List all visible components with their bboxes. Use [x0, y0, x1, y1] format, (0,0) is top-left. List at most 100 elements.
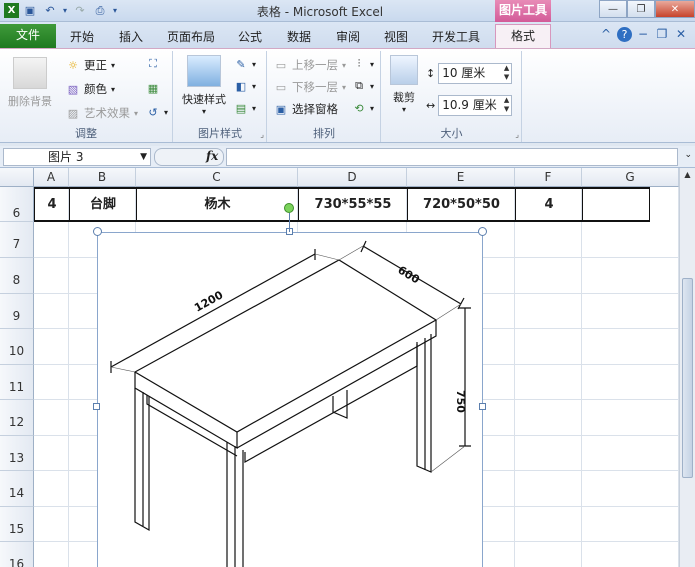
width-icon: ↔	[426, 99, 436, 112]
tab-insert[interactable]: 插入	[119, 28, 143, 45]
artistic-effects-button[interactable]: ▨ 艺术效果 ▾	[66, 105, 138, 121]
formula-input[interactable]	[226, 148, 678, 166]
insert-function-icon[interactable]: fx	[206, 149, 218, 163]
ribbon-tabs: 文件 开始 插入 页面布局 公式 数据 审阅 视图 开发工具 格式 ^ ? − …	[0, 22, 695, 50]
height-input[interactable]: 10 厘米 ▲ ▼	[438, 63, 513, 84]
bring-forward-label: 上移一层	[292, 58, 338, 72]
tab-review[interactable]: 审阅	[336, 28, 360, 45]
row-header-6[interactable]: 6	[0, 187, 34, 222]
size-launcher-icon[interactable]: ⌟	[515, 130, 519, 139]
expand-formula-bar-icon[interactable]: ⌄	[684, 150, 692, 160]
send-backward-icon: ▭	[275, 80, 287, 94]
scrollbar-thumb[interactable]	[682, 278, 693, 478]
send-backward-button[interactable]: ▭ 下移一层 ▾	[274, 79, 346, 95]
height-spinner[interactable]: ↕ 10 厘米 ▲ ▼	[426, 63, 513, 84]
row-header-15[interactable]: 15	[0, 507, 34, 542]
cell-e6[interactable]: 720*50*50	[407, 187, 515, 222]
height-value: 10 厘米	[442, 66, 486, 80]
row-header-14[interactable]: 14	[0, 471, 34, 507]
column-header-d[interactable]: D	[298, 168, 407, 187]
width-arrows-icon[interactable]: ▲ ▼	[504, 96, 509, 114]
width-input[interactable]: 10.9 厘米 ▲ ▼	[438, 95, 513, 116]
workbook-close-icon[interactable]: ✕	[673, 27, 689, 42]
picture-styles-group: 快速样式 ▾ ✎ ▾ ◧ ▾ ▤ ▾ 图片样式 ⌟	[174, 51, 267, 142]
title-bar: X ▣ ↶ ▾ ↷ ⎙ ▾ 表格 - Microsoft Excel 图片工具 …	[0, 0, 695, 22]
tab-format[interactable]: 格式	[495, 24, 551, 50]
change-picture-button[interactable]: ▦	[146, 81, 160, 95]
help-icon[interactable]: ?	[617, 27, 632, 42]
tab-home[interactable]: 开始	[70, 28, 94, 45]
picture-layout-button[interactable]: ▤ ▾	[234, 101, 256, 115]
row-header-8[interactable]: 8	[0, 258, 34, 294]
cell-a6[interactable]: 4	[34, 187, 69, 222]
align-button[interactable]: ⫶ ▾	[352, 57, 374, 71]
crop-icon	[390, 55, 418, 85]
size-group-label: 大小	[440, 127, 463, 140]
tab-file[interactable]: 文件	[0, 24, 56, 48]
tab-view[interactable]: 视图	[384, 28, 408, 45]
picture-border-button[interactable]: ✎ ▾	[234, 57, 256, 71]
restore-icon[interactable]: ❐	[627, 0, 655, 18]
remove-background-button[interactable]: 删除背景	[4, 57, 56, 109]
vertical-scrollbar[interactable]: ▲	[679, 168, 695, 567]
quick-styles-icon	[187, 55, 221, 87]
color-button[interactable]: ▧ 颜色 ▾	[66, 81, 115, 97]
row-header-9[interactable]: 9	[0, 294, 34, 329]
cell-c6[interactable]: 杨木	[136, 187, 298, 222]
column-header-a[interactable]: A	[34, 168, 69, 187]
align-icon: ⫶	[357, 57, 361, 70]
tab-formulas[interactable]: 公式	[238, 28, 262, 45]
remove-background-label: 删除背景	[8, 95, 52, 108]
cell-b6[interactable]: 台脚	[69, 187, 136, 222]
column-header-g[interactable]: G	[582, 168, 679, 187]
column-header-e[interactable]: E	[407, 168, 515, 187]
compress-pictures-button[interactable]: ⛶	[146, 57, 160, 71]
column-header-b[interactable]: B	[69, 168, 136, 187]
row-header-13[interactable]: 13	[0, 436, 34, 471]
cell-g6[interactable]	[582, 187, 650, 222]
scroll-up-icon[interactable]: ▲	[680, 170, 695, 179]
picture-effects-button[interactable]: ◧ ▾	[234, 79, 256, 93]
picture-styles-launcher-icon[interactable]: ⌟	[260, 130, 264, 139]
row-header-7[interactable]: 7	[0, 222, 34, 258]
tab-data[interactable]: 数据	[287, 28, 311, 45]
column-header-f[interactable]: F	[515, 168, 582, 187]
collapse-ribbon-icon[interactable]: ^	[598, 27, 614, 42]
rotate-handle-icon[interactable]	[284, 203, 294, 213]
select-all-corner[interactable]	[0, 168, 34, 187]
name-box-dropdown-icon[interactable]: ▼	[140, 149, 147, 165]
row-header-11[interactable]: 11	[0, 365, 34, 400]
cell-d6[interactable]: 730*55*55	[298, 187, 407, 222]
group-button[interactable]: ⧉ ▾	[352, 79, 374, 93]
resize-handle-top-right[interactable]	[478, 227, 487, 236]
workbook-minimize-icon[interactable]: −	[635, 27, 651, 42]
height-arrows-icon[interactable]: ▲ ▼	[504, 64, 509, 82]
row-header-16[interactable]: 16	[0, 542, 34, 567]
reset-picture-button[interactable]: ↺ ▾	[146, 105, 168, 119]
cell-f6[interactable]: 4	[515, 187, 582, 222]
rotate-button[interactable]: ⟲ ▾	[352, 101, 374, 115]
row-header-12[interactable]: 12	[0, 400, 34, 436]
selection-pane-button[interactable]: ▣ 选择窗格	[274, 101, 338, 117]
worksheet-grid[interactable]: A B C D E F G 6 7 8 9 10 11 12 13 14 15 …	[0, 168, 695, 567]
row-header-10[interactable]: 10	[0, 329, 34, 365]
tab-page-layout[interactable]: 页面布局	[167, 28, 215, 45]
quick-styles-button[interactable]: 快速样式 ▾	[178, 55, 230, 116]
color-icon: ▧	[67, 82, 79, 96]
crop-button[interactable]: 裁剪 ▾	[386, 55, 422, 114]
artistic-effects-icon: ▨	[67, 106, 79, 120]
arrange-group-label: 排列	[313, 127, 335, 140]
column-header-c[interactable]: C	[136, 168, 298, 187]
name-box[interactable]: 图片 3 ▼	[3, 148, 151, 166]
resize-handle-right[interactable]	[479, 403, 486, 410]
bring-forward-button[interactable]: ▭ 上移一层 ▾	[274, 57, 346, 73]
workbook-restore-icon[interactable]: ❐	[654, 27, 670, 42]
rotate-handle-stem	[289, 213, 290, 232]
resize-handle-top-left[interactable]	[93, 227, 102, 236]
close-icon[interactable]: ✕	[655, 0, 695, 18]
tab-developer[interactable]: 开发工具	[432, 28, 480, 45]
resize-handle-left[interactable]	[93, 403, 100, 410]
minimize-icon[interactable]: —	[599, 0, 627, 18]
width-spinner[interactable]: ↔ 10.9 厘米 ▲ ▼	[426, 95, 513, 116]
corrections-button[interactable]: ☼ 更正 ▾	[66, 57, 115, 73]
